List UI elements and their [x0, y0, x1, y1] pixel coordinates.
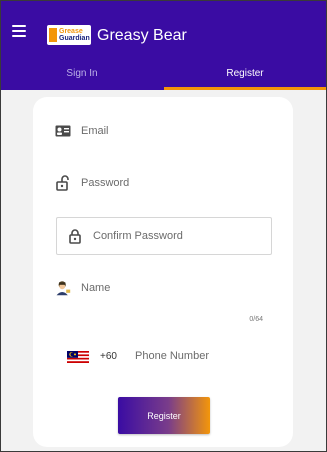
confirm-password-placeholder: Confirm Password — [93, 230, 183, 242]
app-frame: Grease Guardian Greasy Bear Sign In Regi… — [0, 0, 327, 452]
confirm-password-field[interactable]: Confirm Password — [56, 217, 272, 255]
app-bar: Grease Guardian Greasy Bear — [1, 1, 326, 56]
password-placeholder: Password — [81, 177, 130, 189]
phone-number-field[interactable]: Phone Number — [135, 350, 209, 362]
avatar-icon — [55, 280, 71, 296]
padlock-icon — [67, 228, 83, 244]
id-card-icon — [55, 123, 71, 139]
tab-active-indicator — [164, 87, 326, 90]
auth-tabs: Sign In Register — [1, 56, 326, 90]
name-placeholder: Name — [81, 282, 111, 294]
name-character-counter: 0/64 — [249, 316, 263, 323]
hamburger-icon[interactable] — [12, 25, 26, 37]
email-field[interactable]: Email — [55, 121, 109, 141]
register-button[interactable]: Register — [118, 397, 210, 434]
malaysia-flag-icon[interactable] — [67, 351, 89, 363]
password-field[interactable]: Password — [55, 173, 129, 193]
register-form-card: Email Password Confirm Password Name 0/6… — [33, 97, 293, 447]
email-placeholder: Email — [81, 125, 109, 137]
tab-sign-in[interactable]: Sign In — [1, 56, 163, 90]
country-code[interactable]: +60 — [100, 351, 117, 362]
grease-guardian-logo: Grease Guardian — [47, 25, 91, 45]
tab-register[interactable]: Register — [164, 56, 326, 90]
app-title: Greasy Bear — [97, 27, 187, 44]
name-field[interactable]: Name — [55, 278, 110, 298]
logo-line-1: Grease — [59, 28, 83, 35]
logo-line-2: Guardian — [59, 35, 90, 42]
unlocked-padlock-icon — [55, 175, 71, 191]
